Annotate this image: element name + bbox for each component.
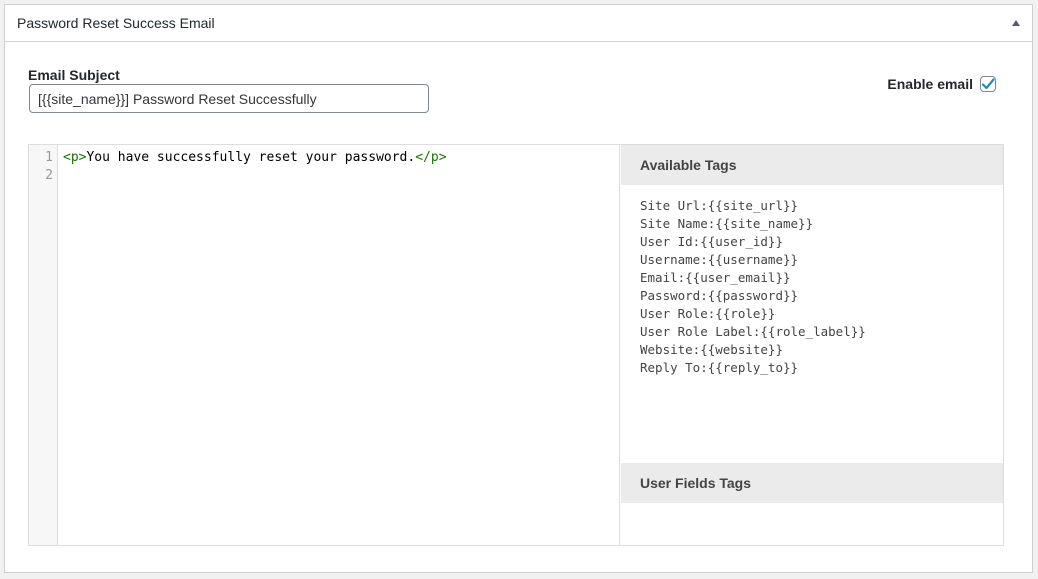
html-close-tag: </p> <box>415 150 447 165</box>
collapse-toggle-button[interactable] <box>1008 15 1024 31</box>
line-number-gutter: 1 2 <box>29 145 58 545</box>
tag-item[interactable]: Password:{{password}} <box>640 287 866 305</box>
line-number: 1 <box>45 150 53 165</box>
tag-item[interactable]: Username:{{username}} <box>640 251 866 269</box>
tag-item[interactable]: Reply To:{{reply_to}} <box>640 359 866 377</box>
user-fields-tags-heading: User Fields Tags <box>621 463 1003 503</box>
available-tags-list: Site Url:{{site_url}} Site Name:{{site_n… <box>640 197 866 377</box>
tag-item[interactable]: Website:{{website}} <box>640 341 866 359</box>
enable-email-label: Enable email <box>887 76 973 92</box>
box-header: Password Reset Success Email <box>5 5 1032 42</box>
tag-item[interactable]: Site Name:{{site_name}} <box>640 215 866 233</box>
tag-item[interactable]: Email:{{user_email}} <box>640 269 866 287</box>
available-tags-heading: Available Tags <box>621 145 1003 185</box>
tag-item[interactable]: User Role:{{role}} <box>640 305 866 323</box>
checkmark-icon <box>981 78 995 90</box>
code-line[interactable]: <p>You have successfully reset your pass… <box>63 149 447 167</box>
line-number: 2 <box>45 168 53 183</box>
triangle-up-icon <box>1012 20 1020 26</box>
tag-item[interactable]: User Role Label:{{role_label}} <box>640 323 866 341</box>
tag-item[interactable]: User Id:{{user_id}} <box>640 233 866 251</box>
code-editor[interactable]: 1 2 <p>You have successfully reset your … <box>29 145 620 545</box>
code-text: You have successfully reset your passwor… <box>86 150 416 165</box>
enable-email-checkbox[interactable] <box>980 76 996 92</box>
email-body-area: 1 2 <p>You have successfully reset your … <box>28 144 1004 546</box>
box-title: Password Reset Success Email <box>17 15 215 31</box>
html-open-tag: <p> <box>63 150 87 165</box>
tag-item[interactable]: Site Url:{{site_url}} <box>640 197 866 215</box>
email-subject-input[interactable] <box>29 84 429 113</box>
tags-panel: Available Tags Site Url:{{site_url}} Sit… <box>621 145 1003 545</box>
enable-email-control: Enable email <box>887 76 996 92</box>
email-settings-box: Password Reset Success Email Email Subje… <box>4 4 1033 573</box>
email-subject-label: Email Subject <box>28 67 120 83</box>
